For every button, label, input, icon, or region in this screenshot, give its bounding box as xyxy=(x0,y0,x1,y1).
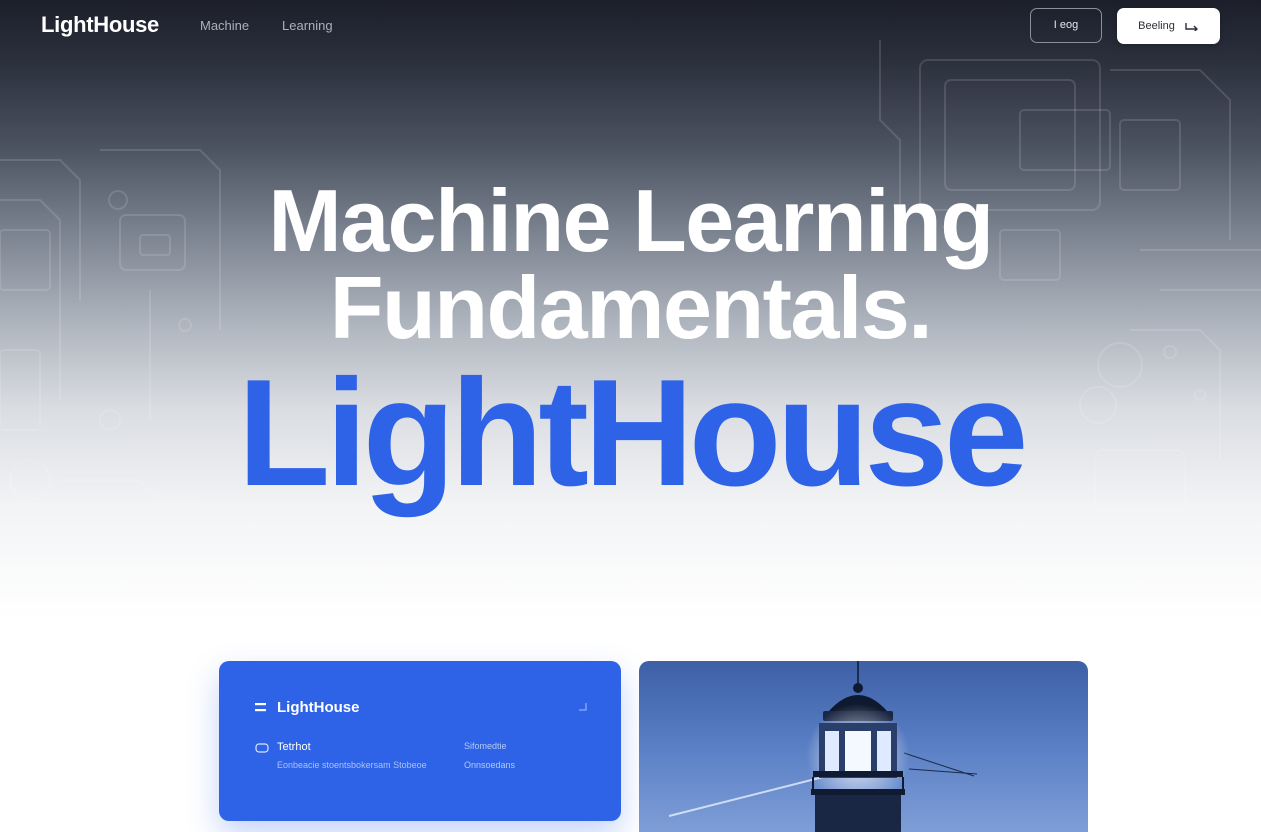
arrow-icon xyxy=(1185,23,1198,31)
section-title: Tetrhot xyxy=(277,741,311,753)
lighthouse-info-card[interactable]: LightHouse Tetrhot Eonbeacie stoentsboke… xyxy=(219,661,621,821)
corner-arrow-icon[interactable] xyxy=(579,703,587,711)
hero-title-line-1: Machine Learning xyxy=(268,171,994,270)
nav-link-machine[interactable]: Machine xyxy=(200,18,249,33)
logo[interactable]: LightHouse xyxy=(41,12,159,38)
meta-item-1: Sifomedtie xyxy=(464,741,507,751)
hero-title-line-2: Fundamentals. xyxy=(329,258,933,357)
top-navigation: LightHouse Machine Learning I eog Beelin… xyxy=(0,0,1261,54)
get-started-label: Beeling xyxy=(1138,20,1175,32)
hero-brand-title: LightHouse xyxy=(237,348,1029,518)
meta-item-2: Onnsoedans xyxy=(464,760,516,770)
section-description: Eonbeacie stoentsbokersam Stobeoe xyxy=(277,760,427,770)
log-in-button[interactable]: I eog xyxy=(1030,8,1102,43)
menu-icon xyxy=(255,703,266,712)
chat-icon xyxy=(255,743,269,753)
lighthouse-illustration xyxy=(668,661,978,832)
lighthouse-image xyxy=(639,661,1088,832)
get-started-button[interactable]: Beeling xyxy=(1117,8,1220,44)
nav-link-learning[interactable]: Learning xyxy=(282,18,333,33)
card-title: LightHouse xyxy=(277,699,360,716)
